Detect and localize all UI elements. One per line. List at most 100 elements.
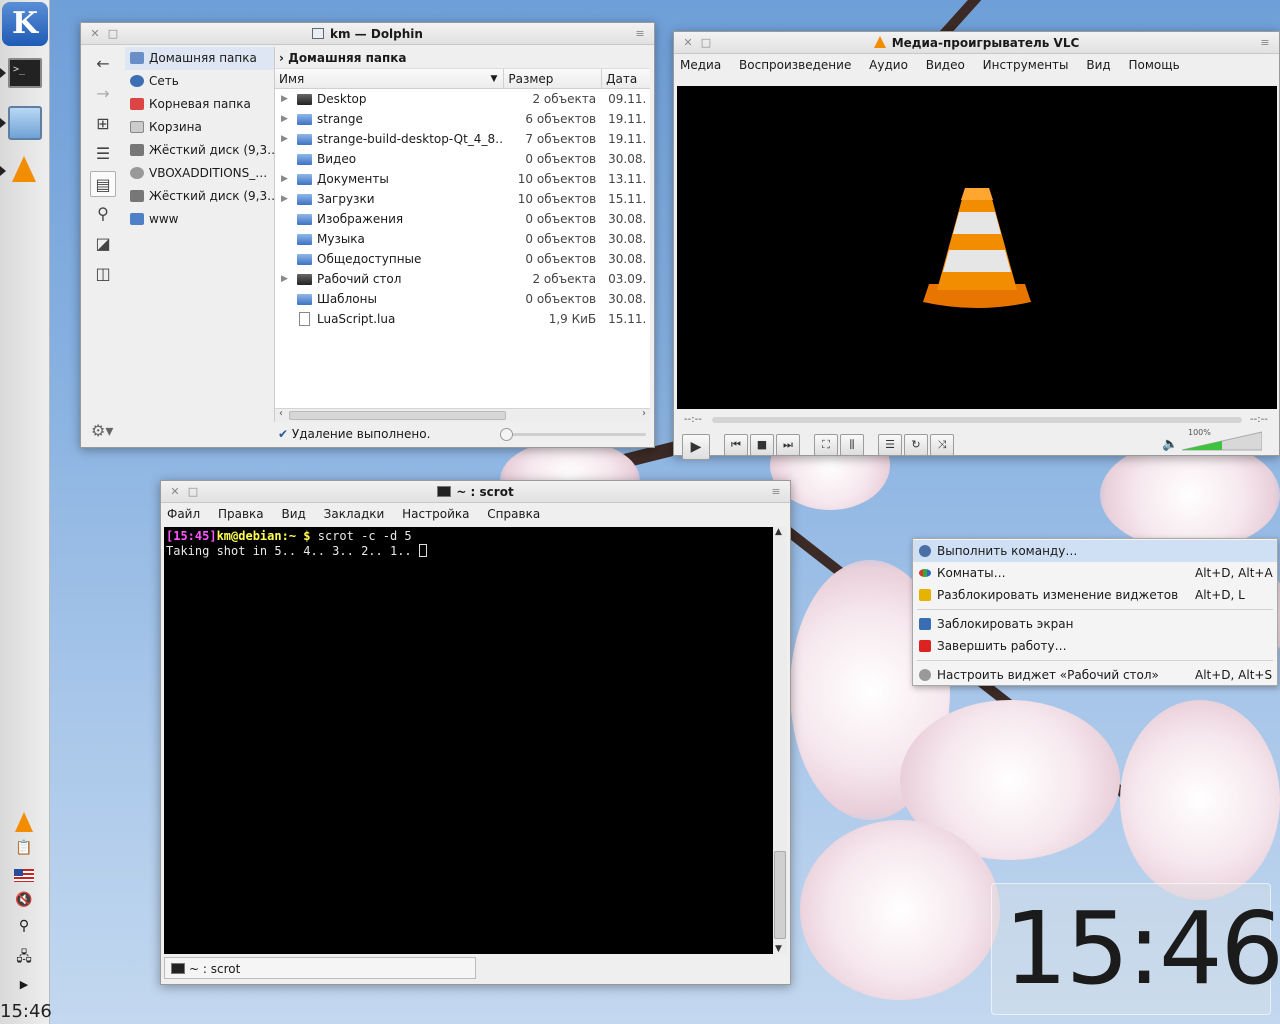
menu-tools[interactable]: Инструменты <box>983 58 1069 72</box>
play-icon[interactable]: ▶ <box>682 434 710 460</box>
menu-help[interactable]: Справка <box>487 507 540 521</box>
icons-view-icon[interactable]: ⊞ <box>90 111 116 137</box>
scrollbar-thumb[interactable] <box>774 851 786 939</box>
place-harddisk-1[interactable]: Жёсткий диск (9,3… <box>125 139 275 162</box>
expand-chevron-icon[interactable]: ▶ <box>281 189 288 209</box>
search-icon[interactable]: ⚲ <box>90 201 116 227</box>
place-www[interactable]: www <box>125 208 275 231</box>
menu-media[interactable]: Медиа <box>680 58 721 72</box>
expand-chevron-icon[interactable]: ▶ <box>281 89 288 109</box>
extended-settings-icon[interactable]: ⫼ <box>840 434 864 456</box>
menu-item-lock-screen[interactable]: Заблокировать экран <box>913 613 1277 635</box>
window-menu-icon[interactable]: ≡ <box>768 481 784 503</box>
fullscreen-icon[interactable]: ⛶ <box>814 434 838 456</box>
loop-icon[interactable]: ↻ <box>904 434 928 456</box>
terminal-scrollbar[interactable]: ▲ ▼ <box>773 527 787 954</box>
zoom-slider-handle[interactable] <box>500 428 513 441</box>
scroll-up-icon[interactable]: ▲ <box>775 527 782 537</box>
file-row[interactable]: ▶ strange 6 объектов 19.11. <box>275 109 650 129</box>
network-icon[interactable]: 🖧 <box>12 946 36 966</box>
place-home[interactable]: Домашняя папка <box>125 47 275 70</box>
file-row[interactable]: Музыка 0 объектов 30.08. <box>275 229 650 249</box>
file-row[interactable]: LuaScript.lua 1,9 КиБ 15.11. <box>275 309 650 329</box>
file-row[interactable]: ▶ Документы 10 объектов 13.11. <box>275 169 650 189</box>
previous-icon[interactable]: ⏮ <box>724 434 748 456</box>
place-harddisk-2[interactable]: Жёсткий диск (9,3… <box>125 185 275 208</box>
maximize-icon[interactable]: □ <box>698 32 714 54</box>
menu-video[interactable]: Видео <box>926 58 965 72</box>
expand-tray-icon[interactable]: ▶ <box>12 978 36 998</box>
place-network[interactable]: Сеть <box>125 70 275 93</box>
shuffle-icon[interactable]: ⤨ <box>930 434 954 456</box>
volume-muted-icon[interactable]: 🔇 <box>12 892 36 912</box>
kde-menu-button[interactable]: K <box>2 2 48 46</box>
task-vlc-icon[interactable] <box>12 156 46 186</box>
column-name[interactable]: Имя ▼ <box>275 69 505 88</box>
file-row[interactable]: Общедоступные 0 объектов 30.08. <box>275 249 650 269</box>
expand-chevron-icon[interactable]: ▶ <box>281 129 288 149</box>
back-arrow-icon[interactable]: ← <box>90 51 116 77</box>
task-terminal-icon[interactable]: >_ <box>8 58 42 88</box>
stop-icon[interactable]: ■ <box>750 434 774 456</box>
forward-arrow-icon[interactable]: → <box>90 81 116 107</box>
speaker-icon[interactable]: 🔈 <box>1162 437 1178 452</box>
window-menu-icon[interactable]: ≡ <box>1257 32 1273 54</box>
seek-bar[interactable]: --:-- --:-- <box>674 412 1280 428</box>
place-vboxadditions[interactable]: VBOXADDITIONS_… <box>125 162 275 185</box>
column-date[interactable]: Дата <box>602 69 650 88</box>
menu-view[interactable]: Вид <box>281 507 305 521</box>
preview-icon[interactable]: ◪ <box>90 231 116 257</box>
menu-bookmarks[interactable]: Закладки <box>324 507 385 521</box>
scroll-down-icon[interactable]: ▼ <box>775 944 782 954</box>
scrollbar-thumb[interactable] <box>289 411 506 420</box>
maximize-icon[interactable]: □ <box>105 23 121 45</box>
expand-chevron-icon[interactable]: ▶ <box>281 269 288 289</box>
playlist-icon[interactable]: ☰ <box>878 434 902 456</box>
menu-help[interactable]: Помощь <box>1129 58 1180 72</box>
desktop-clock-widget[interactable]: 15:46 <box>991 883 1280 1015</box>
dolphin-titlebar[interactable]: ✕ □ km — Dolphin ≡ <box>81 23 654 45</box>
close-icon[interactable]: ✕ <box>87 23 103 45</box>
session-tab[interactable]: ~ : scrot <box>164 957 476 979</box>
keyboard-layout-us-flag-icon[interactable] <box>12 866 36 886</box>
file-row[interactable]: ▶ Загрузки 10 объектов 15.11. <box>275 189 650 209</box>
task-dolphin-icon[interactable] <box>8 106 42 140</box>
horizontal-scrollbar[interactable]: ‹ › <box>275 408 650 422</box>
file-row[interactable]: ▶ strange-build-desktop-Qt_4_8… 7 объектов… <box>275 129 650 149</box>
tray-vlc-icon[interactable] <box>12 812 36 832</box>
close-icon[interactable]: ✕ <box>167 481 183 503</box>
scroll-left-icon[interactable]: ‹ <box>279 408 283 419</box>
menu-playback[interactable]: Воспроизведение <box>739 58 851 72</box>
terminal-output[interactable]: [15:45]km@debian:~ $ scrot -c -d 5 Takin… <box>164 527 773 954</box>
panel-clock[interactable]: 15:46 <box>0 1001 52 1022</box>
column-size[interactable]: Размер <box>504 69 603 88</box>
zoom-slider[interactable] <box>500 428 646 441</box>
file-row[interactable]: Видео 0 объектов 30.08. <box>275 149 650 169</box>
window-menu-icon[interactable]: ≡ <box>632 23 648 45</box>
file-row[interactable]: Изображения 0 объектов 30.08. <box>275 209 650 229</box>
place-root[interactable]: Корневая папка <box>125 93 275 116</box>
seek-track[interactable] <box>712 417 1242 423</box>
expand-chevron-icon[interactable]: ▶ <box>281 109 288 129</box>
usb-devices-icon[interactable]: ⚲ <box>12 918 36 938</box>
settings-gear-icon[interactable]: ⚙▾ <box>91 421 113 440</box>
place-trash[interactable]: Корзина <box>125 116 275 139</box>
vlc-titlebar[interactable]: ✕ □ Медиа-проигрыватель VLC ≡ <box>674 32 1279 54</box>
compact-view-icon[interactable]: ☰ <box>90 141 116 167</box>
menu-view[interactable]: Вид <box>1086 58 1110 72</box>
breadcrumb[interactable]: › Домашняя папка <box>275 47 650 69</box>
details-view-icon[interactable]: ▤ <box>90 171 116 197</box>
video-area[interactable] <box>677 86 1277 409</box>
menu-item-shutdown[interactable]: Завершить работу… <box>913 635 1277 657</box>
scroll-right-icon[interactable]: › <box>642 408 646 419</box>
menu-item-configure-desktop[interactable]: Настроить виджет «Рабочий стол» Alt+D, Al… <box>913 664 1277 686</box>
menu-settings[interactable]: Настройка <box>402 507 469 521</box>
next-icon[interactable]: ⏭ <box>776 434 800 456</box>
menu-item-activities[interactable]: Комнаты… Alt+D, Alt+A <box>913 562 1277 584</box>
expand-chevron-icon[interactable]: ▶ <box>281 169 288 189</box>
file-row[interactable]: ▶ Рабочий стол 2 объекта 03.09. <box>275 269 650 289</box>
menu-edit[interactable]: Правка <box>218 507 264 521</box>
file-row[interactable]: ▶ Desktop 2 объекта 09.11. <box>275 89 650 109</box>
konsole-titlebar[interactable]: ✕ □ ~ : scrot ≡ <box>161 481 790 503</box>
split-view-icon[interactable]: ◫ <box>90 261 116 287</box>
